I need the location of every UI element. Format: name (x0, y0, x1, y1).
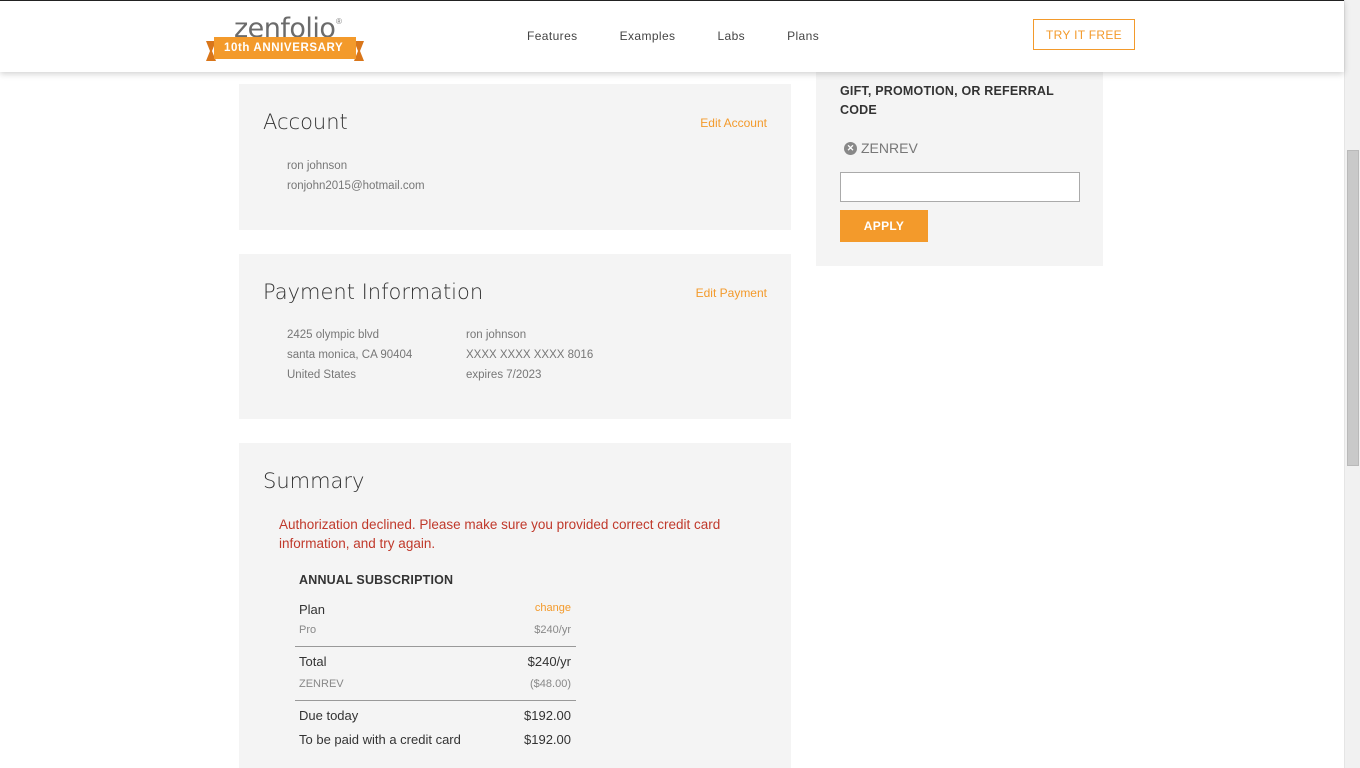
subscription-heading: ANNUAL SUBSCRIPTION (299, 573, 454, 587)
logo-anniversary-badge: 10th ANNIVERSARY (224, 42, 344, 54)
total-row: Total $240/yr (299, 654, 571, 669)
cardholder-name: ron johnson (466, 329, 527, 341)
due-today-label: Due today (299, 708, 359, 723)
summary-title: Summary (263, 469, 365, 493)
promo-code-input[interactable] (840, 172, 1080, 202)
credit-card-row: To be paid with a credit card $192.00 (299, 732, 571, 747)
account-email: ronjohn2015@hotmail.com (287, 180, 425, 192)
scrollbar-thumb[interactable] (1347, 150, 1359, 466)
nav-examples[interactable]: Examples (620, 29, 676, 43)
summary-panel: Summary Authorization declined. Please m… (239, 443, 791, 768)
summary-divider (295, 646, 576, 647)
billing-address-line2: santa monica, CA 90404 (287, 349, 413, 361)
billing-country: United States (287, 369, 357, 381)
edit-payment-link[interactable]: Edit Payment (696, 286, 767, 300)
account-title: Account (263, 110, 348, 134)
account-name: ron johnson (287, 160, 348, 172)
registered-mark-icon: ® (336, 17, 342, 26)
discount-value: ($48.00) (530, 678, 571, 690)
apply-button[interactable]: APPLY (840, 210, 928, 242)
due-today-value: $192.00 (524, 708, 571, 723)
promo-title: GIFT, PROMOTION, OR REFERRAL CODE (840, 84, 1054, 117)
nav-plans[interactable]: Plans (787, 29, 819, 43)
credit-card-value: $192.00 (524, 732, 571, 747)
site-header: zenfolio ® 10th ANNIVERSARY Features Exa… (0, 0, 1344, 72)
card-number: XXXX XXXX XXXX 8016 (466, 349, 594, 361)
discount-row: ZENREV ($48.00) (299, 678, 571, 690)
change-plan-link[interactable]: change (535, 602, 571, 617)
plan-name: Pro (299, 624, 317, 636)
zenfolio-logo[interactable]: zenfolio ® 10th ANNIVERSARY (206, 13, 366, 63)
promo-code-panel: GIFT, PROMOTION, OR REFERRAL CODE ✕ ZENR… (816, 72, 1103, 266)
main-nav: Features Examples Labs Plans (527, 29, 861, 43)
nav-labs[interactable]: Labs (717, 29, 745, 43)
due-today-row: Due today $192.00 (299, 708, 571, 723)
plan-price: $240/yr (534, 624, 571, 636)
summary-divider (295, 700, 576, 701)
plan-row: Plan change (299, 602, 571, 617)
total-value: $240/yr (527, 654, 571, 669)
edit-account-link[interactable]: Edit Account (700, 116, 767, 130)
nav-features[interactable]: Features (527, 29, 578, 43)
total-label: Total (299, 654, 327, 669)
payment-panel: Payment Information Edit Payment 2425 ol… (239, 254, 791, 419)
try-it-free-button[interactable]: TRY IT FREE (1033, 19, 1135, 50)
plan-label: Plan (299, 602, 326, 617)
authorization-error-message: Authorization declined. Please make sure… (279, 517, 721, 551)
account-panel: Account Edit Account ron johnson ronjohn… (239, 84, 791, 230)
card-expiry: expires 7/2023 (466, 369, 542, 381)
remove-code-icon[interactable]: ✕ (844, 141, 857, 155)
credit-card-label: To be paid with a credit card (299, 732, 461, 747)
discount-code: ZENREV (299, 678, 344, 690)
page-scrollbar[interactable] (1344, 0, 1360, 768)
plan-detail-row: Pro $240/yr (299, 624, 571, 636)
applied-code-text: ZENREV (861, 140, 918, 156)
applied-promo-code: ✕ ZENREV (844, 140, 918, 156)
billing-address-line1: 2425 olympic blvd (287, 329, 380, 341)
payment-title: Payment Information (263, 280, 484, 304)
